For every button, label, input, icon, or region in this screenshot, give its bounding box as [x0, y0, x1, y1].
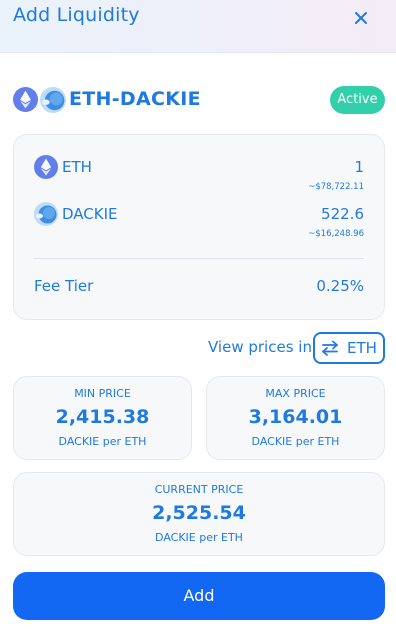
price-currency-toggle[interactable]: ETH [313, 332, 385, 364]
pair-icons [13, 87, 67, 113]
current-price-unit: DACKIE per ETH [155, 531, 243, 544]
modal-title: Add Liquidity [13, 4, 140, 26]
swap-arrows-icon [322, 340, 338, 356]
dackie-icon [40, 87, 66, 113]
eth-icon [34, 155, 58, 179]
max-price-card: MAX PRICE 3,164.01 DACKIE per ETH [206, 376, 385, 460]
view-prices-label: View prices in [208, 338, 312, 356]
dackie-icon [34, 202, 58, 226]
divider [34, 258, 364, 259]
current-price-title: CURRENT PRICE [154, 483, 244, 496]
eth-icon [13, 87, 38, 112]
pair-name: ETH-DACKIE [69, 88, 201, 110]
close-button[interactable] [351, 8, 371, 28]
max-price-value: 3,164.01 [248, 406, 343, 428]
current-price-value: 2,525.54 [152, 502, 246, 524]
token-symbol: ETH [62, 158, 92, 176]
min-price-title: MIN PRICE [74, 387, 131, 400]
token-usd-value: ~$78,722.11 [308, 182, 364, 192]
max-price-title: MAX PRICE [265, 387, 326, 400]
toggle-currency-label: ETH [347, 339, 377, 357]
min-price-unit: DACKIE per ETH [58, 435, 147, 448]
token-amount: 1 [354, 158, 364, 176]
max-price-unit: DACKIE per ETH [251, 435, 340, 448]
min-price-value: 2,415.38 [55, 406, 150, 428]
add-button[interactable]: Add [13, 572, 385, 620]
token-symbol: DACKIE [62, 205, 118, 223]
pair-header: ETH-DACKIE Active [13, 86, 385, 114]
token-amount: 522.6 [321, 205, 364, 223]
fee-tier-label: Fee Tier [34, 277, 94, 295]
min-price-card: MIN PRICE 2,415.38 DACKIE per ETH [13, 376, 192, 460]
modal-header: Add Liquidity [0, 0, 396, 53]
current-price-card: CURRENT PRICE 2,525.54 DACKIE per ETH [13, 472, 385, 556]
status-badge: Active [330, 86, 385, 114]
fee-tier-value: 0.25% [316, 277, 364, 295]
close-icon [355, 12, 367, 24]
position-details-card: ETH 1 ~$78,722.11 DACKIE 522.6 ~$16,248.… [13, 134, 385, 320]
token-usd-value: ~$16,248.96 [308, 229, 364, 239]
